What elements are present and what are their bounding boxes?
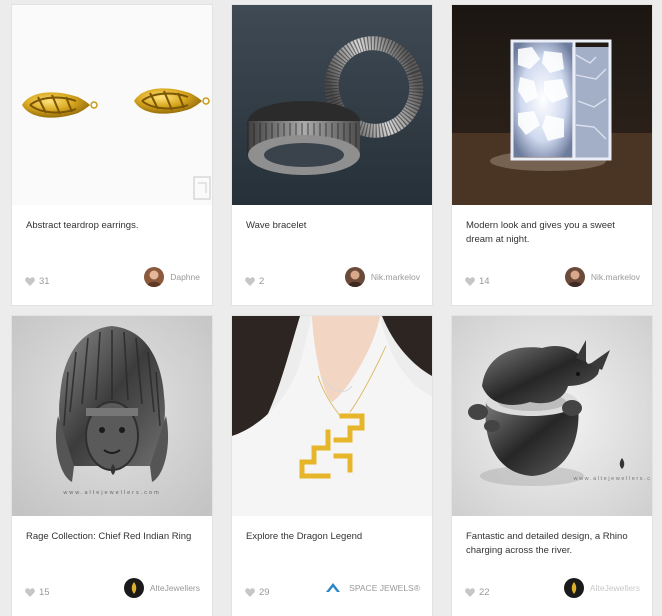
author-name[interactable]: SPACE JEWELS® bbox=[349, 583, 420, 593]
product-title[interactable]: Fantastic and detailed design, a Rhino c… bbox=[466, 530, 642, 558]
author[interactable]: Daphne bbox=[144, 267, 200, 287]
product-image[interactable] bbox=[232, 316, 432, 516]
heart-icon bbox=[245, 277, 255, 286]
like-count-value: 29 bbox=[259, 587, 270, 598]
product-card[interactable]: www.altejewellers.com Rage Collection: C… bbox=[12, 316, 212, 616]
user-avatar[interactable] bbox=[564, 267, 585, 287]
author[interactable]: AlteJewellers bbox=[563, 578, 640, 598]
like-count-value: 31 bbox=[39, 276, 50, 287]
author-name[interactable]: Daphne bbox=[170, 272, 200, 282]
like-count[interactable]: 14 bbox=[465, 276, 490, 287]
author[interactable]: Nik.markelov bbox=[564, 267, 640, 287]
product-card[interactable]: Explore the Dragon Legend 29 SPACE JEWEL… bbox=[232, 316, 432, 616]
product-title[interactable]: Wave bracelet bbox=[246, 219, 422, 233]
brand-logo-avatar[interactable] bbox=[123, 578, 144, 598]
like-count-value: 2 bbox=[259, 276, 265, 287]
product-image[interactable]: www.altejewellers.com bbox=[452, 316, 652, 516]
product-card[interactable]: www.altejewellers.com Fantastic and deta… bbox=[452, 316, 652, 616]
brand-logo-avatar[interactable] bbox=[323, 578, 344, 598]
product-title[interactable]: Rage Collection: Chief Red Indian Ring bbox=[26, 530, 202, 544]
product-title[interactable]: Abstract teardrop earrings. bbox=[26, 219, 202, 233]
like-count[interactable]: 29 bbox=[245, 587, 270, 598]
user-avatar[interactable] bbox=[344, 267, 365, 287]
product-title[interactable]: Modern look and gives you a sweet dream … bbox=[466, 219, 642, 247]
heart-icon bbox=[465, 588, 475, 597]
heart-icon bbox=[465, 277, 475, 286]
author-name[interactable]: AlteJewellers bbox=[590, 583, 640, 593]
brand-logo-avatar[interactable] bbox=[563, 578, 584, 598]
product-image[interactable] bbox=[452, 5, 652, 205]
product-image[interactable] bbox=[12, 5, 212, 205]
product-card[interactable]: Modern look and gives you a sweet dream … bbox=[452, 5, 652, 305]
heart-icon bbox=[25, 277, 35, 286]
product-image[interactable] bbox=[232, 5, 432, 205]
like-count-value: 15 bbox=[39, 587, 50, 598]
like-count-value: 22 bbox=[479, 587, 490, 598]
like-count[interactable]: 31 bbox=[25, 276, 50, 287]
product-card[interactable]: Wave bracelet 2 Nik.markelov bbox=[232, 5, 432, 305]
like-count[interactable]: 22 bbox=[465, 587, 490, 598]
author[interactable]: AlteJewellers bbox=[123, 578, 200, 598]
image-watermark-text: www.altejewellers.com bbox=[62, 490, 160, 496]
heart-icon bbox=[25, 588, 35, 597]
author[interactable]: Nik.markelov bbox=[344, 267, 420, 287]
author[interactable]: SPACE JEWELS® bbox=[323, 578, 420, 598]
image-watermark-text: www.altejewellers.com bbox=[573, 476, 652, 482]
like-count[interactable]: 15 bbox=[25, 587, 50, 598]
like-count-value: 14 bbox=[479, 276, 490, 287]
like-count[interactable]: 2 bbox=[245, 276, 264, 287]
product-image[interactable]: www.altejewellers.com bbox=[12, 316, 212, 516]
author-name[interactable]: Nik.markelov bbox=[371, 272, 420, 282]
product-title[interactable]: Explore the Dragon Legend bbox=[246, 530, 422, 544]
product-card[interactable]: Abstract teardrop earrings. 31 Daphne bbox=[12, 5, 212, 305]
author-name[interactable]: AlteJewellers bbox=[150, 583, 200, 593]
user-avatar[interactable] bbox=[144, 267, 165, 287]
author-name[interactable]: Nik.markelov bbox=[591, 272, 640, 282]
heart-icon bbox=[245, 588, 255, 597]
